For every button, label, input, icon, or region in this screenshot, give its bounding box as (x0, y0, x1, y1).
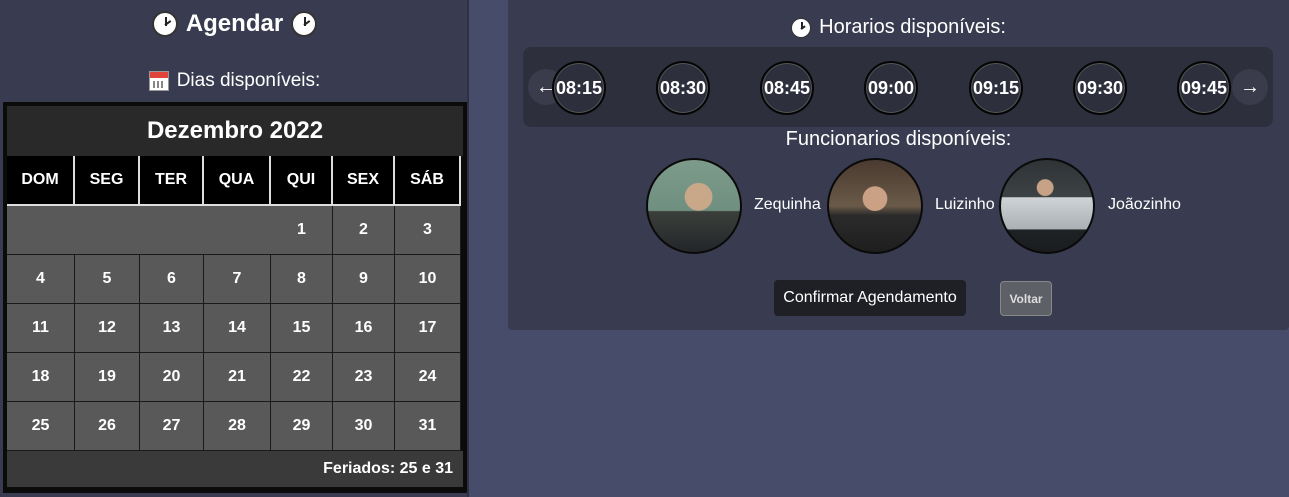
worker-avatar-zequinha[interactable] (646, 158, 742, 254)
worker-avatar-luizinho[interactable] (827, 158, 923, 254)
empty-day-cell (7, 206, 75, 255)
clock-icon (791, 17, 812, 38)
empty-day-cell (204, 206, 271, 255)
weekday-header: DOM (7, 156, 75, 206)
day-cell[interactable]: 14 (204, 304, 271, 353)
day-cell[interactable]: 26 (75, 402, 140, 451)
worker-name-joaozinho[interactable]: Joãozinho (1108, 196, 1181, 214)
workers-title: Funcionarios disponíveis: (785, 128, 1012, 150)
day-cell[interactable]: 9 (333, 255, 395, 304)
day-cell[interactable]: 23 (333, 353, 395, 402)
times-title-text: Horarios disponíveis: (819, 16, 1006, 38)
day-cell[interactable]: 7 (204, 255, 271, 304)
calendar: Dezembro 2022 DOM SEG TER QUA QUI SEX SÁB 1 2 3 4 5… (3, 102, 467, 493)
details-panel: Horarios disponíveis: ← 09:45 09:30 09:15 0… (508, 0, 1289, 330)
times-title: Horarios disponíveis: (508, 16, 1289, 39)
day-cell[interactable]: 8 (271, 255, 333, 304)
day-cell[interactable]: 29 (271, 402, 333, 451)
day-cell[interactable]: 6 (140, 255, 204, 304)
holidays-note: Feriados: 25 e 31 (7, 451, 463, 487)
worker-name-luizinho[interactable]: Luizinho (935, 196, 995, 214)
empty-day-cell (140, 206, 204, 255)
calendar-month-label: Dezembro 2022 (7, 106, 463, 156)
day-cell[interactable]: 15 (271, 304, 333, 353)
day-cell[interactable]: 3 (395, 206, 461, 255)
weekday-header: SEX (333, 156, 395, 206)
day-cell[interactable]: 28 (204, 402, 271, 451)
worker-avatar-joaozinho[interactable] (999, 158, 1095, 254)
day-cell[interactable]: 1 (271, 206, 333, 255)
booking-panel: Agendar Dias disponíveis: Dezembro 2022 … (0, 0, 469, 497)
day-cell[interactable]: 12 (75, 304, 140, 353)
day-cell[interactable]: 25 (7, 402, 75, 451)
time-slot-button[interactable]: 08:30 (656, 61, 710, 115)
day-cell[interactable]: 11 (7, 304, 75, 353)
day-cell[interactable]: 17 (395, 304, 461, 353)
days-subtitle-text: Dias disponíveis: (176, 70, 321, 91)
day-cell[interactable]: 16 (333, 304, 395, 353)
days-subtitle: Dias disponíveis: (0, 70, 469, 92)
time-slots-carousel: ← 09:45 09:30 09:15 09:00 08:45 08:30 08:15 → (523, 47, 1273, 127)
time-slot-button[interactable]: 08:15 (552, 61, 606, 115)
weekday-header: QUA (204, 156, 271, 206)
time-slot-button[interactable]: 09:45 (1177, 61, 1231, 115)
time-slot-button[interactable]: 08:45 (760, 61, 814, 115)
day-cell[interactable]: 27 (140, 402, 204, 451)
back-button[interactable]: Voltar (1000, 281, 1052, 316)
weekday-header: SÁB (395, 156, 461, 206)
empty-day-cell (75, 206, 140, 255)
day-cell[interactable]: 13 (140, 304, 204, 353)
day-cell[interactable]: 10 (395, 255, 461, 304)
day-cell[interactable]: 24 (395, 353, 461, 402)
confirm-booking-button[interactable]: Confirmar Agendamento (774, 280, 966, 316)
time-slot-button[interactable]: 09:30 (1073, 61, 1127, 115)
day-cell[interactable]: 18 (7, 353, 75, 402)
day-cell[interactable]: 4 (7, 255, 75, 304)
time-slot-button[interactable]: 09:15 (969, 61, 1023, 115)
weekday-header: TER (140, 156, 204, 206)
calendar-icon (148, 71, 169, 91)
day-cell[interactable]: 31 (395, 402, 461, 451)
day-cell[interactable]: 22 (271, 353, 333, 402)
weekday-header: SEG (75, 156, 140, 206)
day-cell[interactable]: 20 (140, 353, 204, 402)
day-cell[interactable]: 21 (204, 353, 271, 402)
weekday-header: QUI (271, 156, 333, 206)
title-text: Agendar (185, 10, 284, 37)
next-arrow-button[interactable]: → (1232, 69, 1268, 105)
day-cell[interactable]: 2 (333, 206, 395, 255)
day-cell[interactable]: 30 (333, 402, 395, 451)
clock-icon (151, 11, 178, 37)
panel-title: Agendar (0, 10, 469, 38)
day-cell[interactable]: 19 (75, 353, 140, 402)
time-slot-button[interactable]: 09:00 (864, 61, 918, 115)
day-cell[interactable]: 5 (75, 255, 140, 304)
worker-name-zequinha[interactable]: Zequinha (754, 196, 821, 214)
calendar-grid: DOM SEG TER QUA QUI SEX SÁB 1 2 3 4 5 6 7 8 9 10 11 12 13 14… (7, 156, 463, 451)
clock-icon (291, 11, 318, 37)
